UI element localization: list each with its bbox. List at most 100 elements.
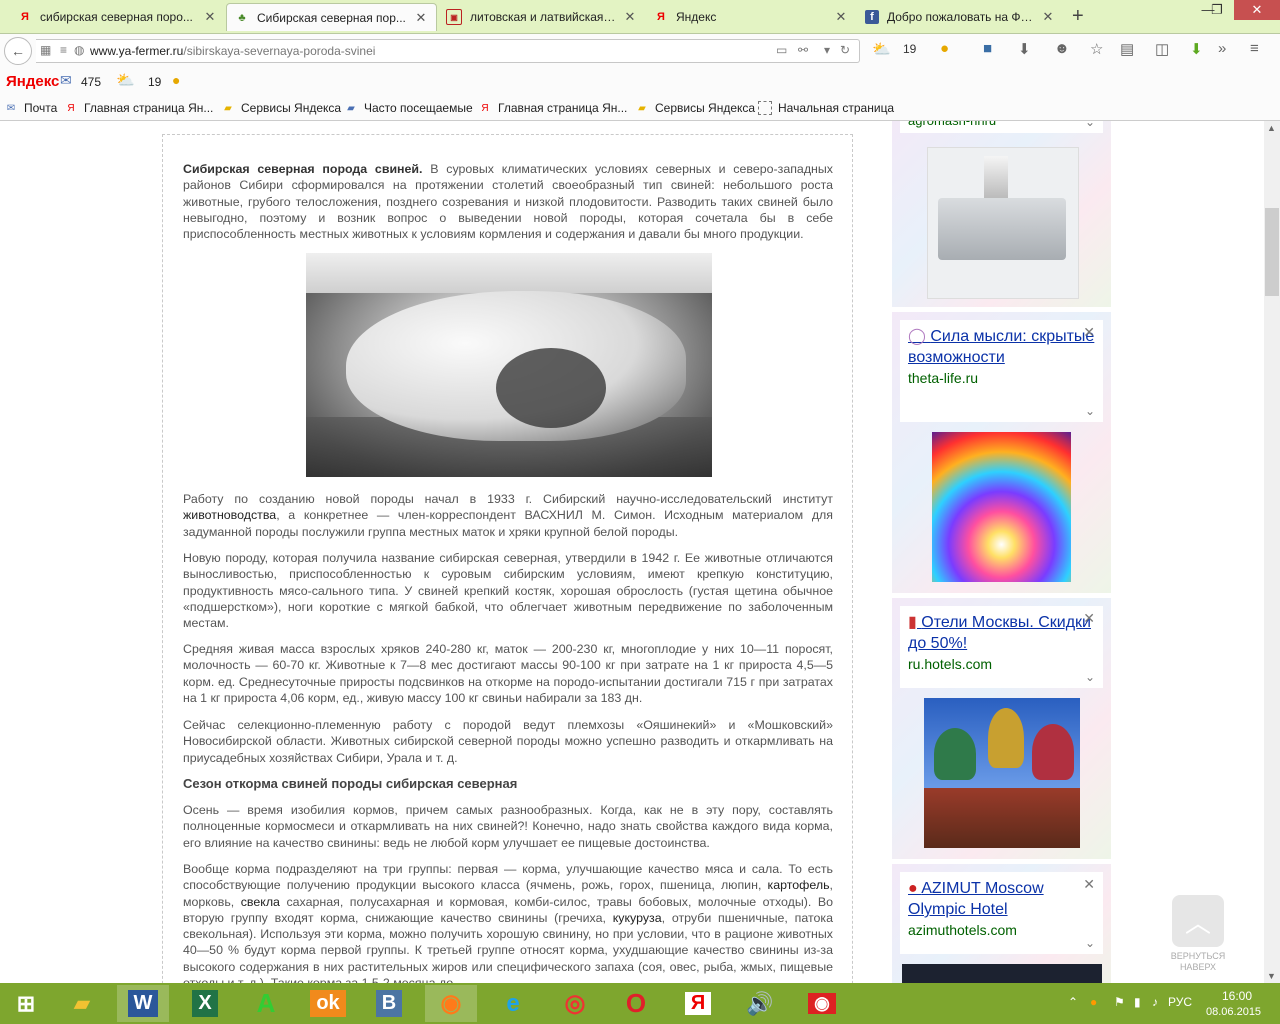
yandex-logo[interactable]: Яндекс [6,73,59,90]
mail-icon[interactable]: ✉ [60,72,72,89]
scrollbar-thumb[interactable] [1265,208,1279,296]
back-to-top-button[interactable]: ︿ [1172,895,1224,947]
ad-card[interactable]: ● AZIMUT Moscow Olympic Hotel azimuthote… [900,872,1103,954]
bookmark-mail[interactable]: ✉ Почта [4,101,58,115]
back-to-top-label[interactable]: ВЕРНУТЬСЯ НАВЕРХ [1166,951,1230,973]
bookmarks-list-icon[interactable]: ▤ [1120,40,1134,58]
ad-domain[interactable]: ru.hotels.com [908,656,1095,672]
tab-2-active[interactable]: ♣ Сибирская северная пор... ✕ [226,3,437,31]
taskbar-app-a[interactable]: A [240,985,292,1022]
tab-4[interactable]: Я Яндекс ✕ [646,3,856,31]
taskbar-vk[interactable]: B [363,985,415,1022]
link-livestock[interactable]: животноводства [183,508,276,522]
link-potato[interactable]: картофель [768,878,830,892]
taskbar-excel[interactable]: X [179,985,231,1022]
close-window-icon[interactable]: ✕ [1234,0,1280,20]
start-button[interactable]: ⊞ [0,985,52,1022]
rds-bar-icon[interactable]: ■ [983,40,992,57]
close-ad-icon[interactable]: ✕ [1083,876,1095,893]
reader-view-icon[interactable]: ▭ [776,43,787,57]
taskbar-firefox[interactable]: ◉ [425,985,477,1022]
url-text[interactable]: www.ya-fermer.ru/sibirskaya-severnaya-po… [90,44,375,58]
taskbar-word[interactable]: W [117,985,169,1022]
machine-image[interactable] [927,147,1079,299]
bookmark-star-icon[interactable]: ☆ [1090,40,1103,58]
new-tab-button[interactable]: + [1072,5,1084,28]
chevron-down-icon[interactable]: ⌄ [1085,670,1095,684]
bookmark-most-visited[interactable]: ▰ Часто посещаемые [344,101,473,115]
taskbar-chrome[interactable]: ◎ [549,985,601,1022]
tray-volume-icon[interactable]: ♪ [1152,995,1158,1009]
yandex-money-icon[interactable]: ● [940,40,949,57]
chat-icon[interactable]: ☻ [1054,40,1070,57]
psychedelic-image[interactable] [932,432,1071,582]
dropdown-arrow-icon[interactable]: ▾ [824,43,830,57]
pocket-icon[interactable]: ◫ [1155,40,1169,58]
scroll-down-arrow-icon[interactable]: ▼ [1267,971,1276,981]
ad-card[interactable]: ▮ Отели Москвы. Скидки до 50%! ru.hotels… [900,606,1103,688]
ad-title[interactable]: ◯ Сила мысли: скрытые возможности [908,328,1094,366]
ad-card[interactable]: ◯ Сила мысли: скрытые возможности theta-… [900,320,1103,422]
close-tab-icon[interactable]: ✕ [203,9,217,25]
taskbar-odnoklassniki[interactable]: ok [302,985,354,1022]
close-ad-icon[interactable]: ✕ [1083,324,1095,341]
tray-network-icon[interactable]: ▮ [1134,995,1141,1009]
ad-domain[interactable]: theta-life.ru [908,370,1095,386]
reload-icon[interactable]: ↻ [840,43,850,57]
ad-block-hotels[interactable]: ▮ Отели Москвы. Скидки до 50%! ru.hotels… [892,598,1111,859]
chevron-down-icon[interactable]: ⌄ [1085,936,1095,950]
tray-app-icon[interactable]: ● [1090,995,1097,1009]
close-tab-icon[interactable]: ✕ [623,9,637,25]
tray-flag-icon[interactable]: ⚑ [1114,995,1125,1009]
weather-icon[interactable]: ⛅ [872,40,891,58]
apps-grid-icon[interactable]: ▦ [40,43,51,57]
bookmark-yandex-services[interactable]: ▰ Сервисы Яндекса [221,101,341,115]
taskbar-recorder[interactable]: ◉ [796,985,848,1022]
menu-icon[interactable]: ≡ [1250,40,1259,57]
close-ad-icon[interactable]: ✕ [1083,610,1095,627]
link-corn[interactable]: кукуруза [613,911,662,925]
bookmark-yandex-services-2[interactable]: ▰ Сервисы Яндекса [635,101,755,115]
restore-window-icon[interactable]: ❐ [1197,0,1237,20]
close-tab-icon[interactable]: ✕ [834,9,848,25]
tray-date[interactable]: 08.06.2015 [1206,1006,1261,1018]
chevron-down-icon[interactable]: ⌄ [1085,404,1095,418]
ad-block-theta[interactable]: ◯ Сила мысли: скрытые возможности theta-… [892,312,1111,593]
more-tools-icon[interactable]: » [1218,40,1226,57]
cathedral-image[interactable] [924,698,1080,848]
link-beet[interactable]: свекла [241,895,280,909]
bookmark-yandex-home[interactable]: Я Главная страница Ян... [64,101,213,115]
scroll-up-arrow-icon[interactable]: ▲ [1267,123,1276,133]
download-icon[interactable]: ⬇ [1018,40,1031,58]
tray-time[interactable]: 16:00 [1222,989,1252,1003]
back-button[interactable]: ← [4,37,32,65]
chevron-down-icon[interactable]: ⌄ [1085,121,1095,129]
ad-title[interactable]: ▮ Отели Москвы. Скидки до 50%! [908,614,1091,652]
green-download-icon[interactable]: ⬇ [1190,40,1203,58]
taskbar-explorer[interactable]: ▰ [56,985,108,1022]
taskbar-ie[interactable]: e [487,985,539,1022]
tray-expand-icon[interactable]: ⌃ [1068,995,1078,1009]
tray-language[interactable]: РУС [1168,995,1192,1009]
ad-block-azimut[interactable]: ● AZIMUT Moscow Olympic Hotel azimuthote… [892,864,1111,983]
close-tab-icon[interactable]: ✕ [1041,9,1055,25]
ad-domain[interactable]: azimuthotels.com [908,922,1095,938]
address-bar[interactable]: ▦ ≡ ◍ www.ya-fermer.ru/sibirskaya-severn… [36,39,860,63]
weather-icon[interactable]: ⛅ [116,71,135,89]
ad-block-machine[interactable]: agromash-nnru ⌄ [892,121,1111,307]
tab-5[interactable]: f Добро пожаловать на Фе... ✕ [857,3,1063,31]
taskbar-audio[interactable]: 🔊 [734,985,786,1022]
taskbar-opera[interactable]: O [610,985,662,1022]
bookmark-start-page[interactable]: Начальная страница [758,101,894,115]
tab-1[interactable]: Я сибирская северная поро... ✕ [10,3,225,31]
taskbar-yandex-browser[interactable]: Я [672,985,724,1022]
tab-3[interactable]: ▣ литовская и латвийская б... ✕ [438,3,645,31]
close-tab-icon[interactable]: ✕ [414,10,428,26]
ad-title[interactable]: ● AZIMUT Moscow Olympic Hotel [908,880,1044,918]
glasses-icon[interactable]: ⚯ [798,43,808,57]
hotel-image[interactable] [902,964,1102,983]
bookmark-yandex-home-2[interactable]: Я Главная страница Ян... [478,101,627,115]
yandex-money-icon[interactable]: ● [172,72,180,88]
hamburger-icon[interactable]: ≡ [60,43,67,57]
ad-domain[interactable]: agromash-nnru [908,121,996,128]
